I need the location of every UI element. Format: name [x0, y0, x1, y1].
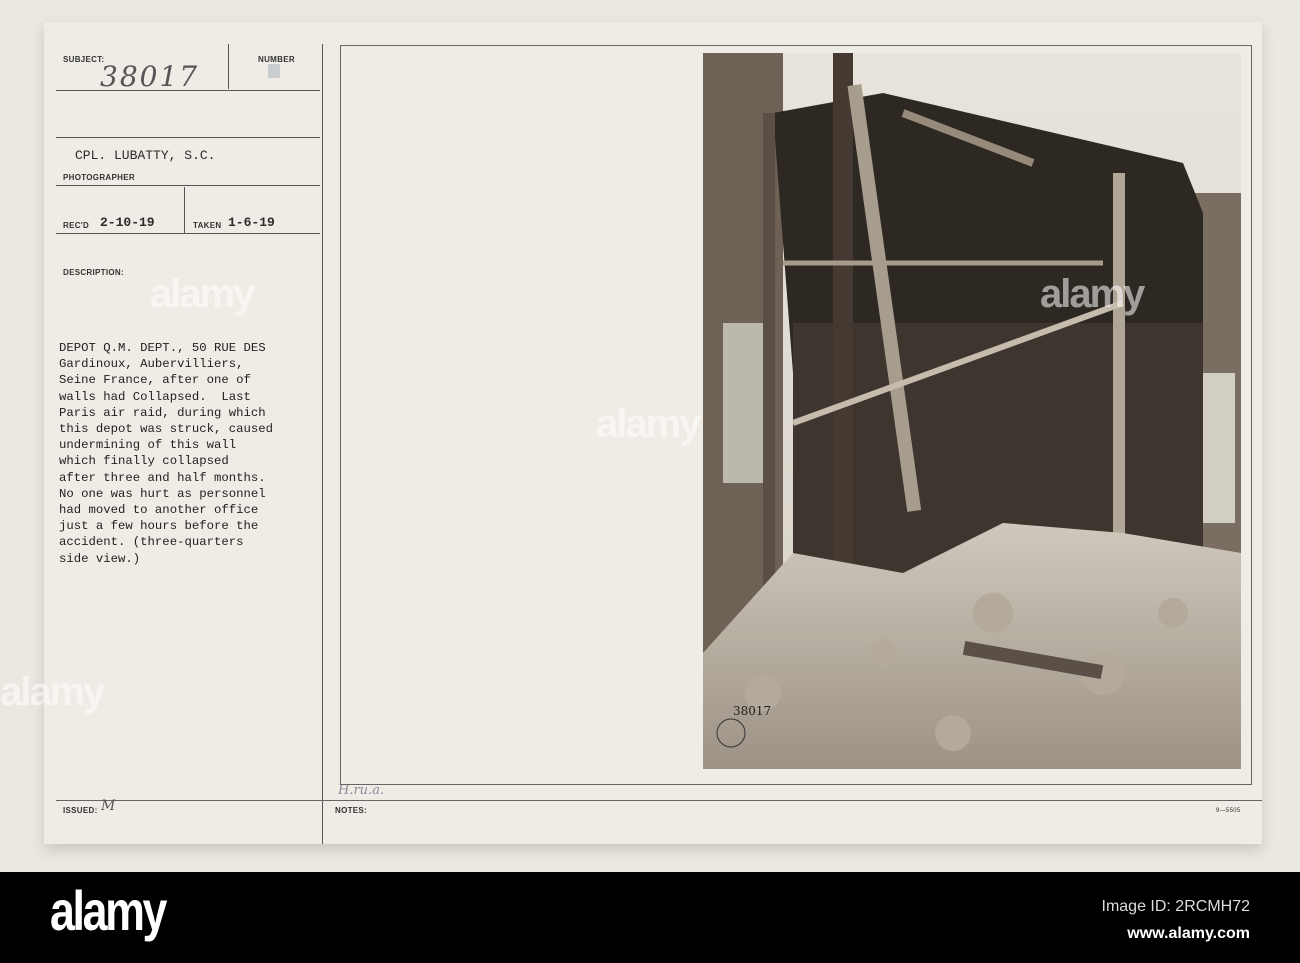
photo-number: 38017 — [733, 704, 771, 718]
issued-label: ISSUED: — [63, 806, 98, 815]
image-id: Image ID: 2RCMH72 — [1101, 898, 1251, 915]
form-number: 9—5505 — [1216, 808, 1241, 814]
divider — [56, 185, 320, 186]
photograph-collapsed-wall: 38017 — [703, 53, 1241, 769]
notes-label: NOTES: — [335, 806, 368, 815]
notes-handwritten: H.ru.a. — [338, 783, 385, 798]
subject-value: 38017 — [100, 60, 200, 93]
alamy-logo: alamy — [50, 879, 167, 942]
description-text: DEPOT Q.M. DEPT., 50 RUE DES Gardinoux, … — [59, 341, 274, 566]
number-stamp-icon — [268, 64, 280, 78]
description-label: DESCRIPTION: — [63, 268, 124, 277]
image-info: Image ID: 2RCMH72 www.alamy.com — [1102, 893, 1251, 947]
watermark: alamy — [0, 670, 105, 714]
watermark: alamy — [1040, 272, 1145, 316]
number-label: NUMBER — [258, 55, 295, 64]
taken-value: 1-6-19 — [228, 215, 275, 230]
site-url[interactable]: www.alamy.com — [1127, 925, 1250, 942]
divider — [56, 800, 1262, 801]
divider — [56, 137, 320, 138]
watermark: alamy — [150, 272, 255, 316]
recd-value: 2-10-19 — [100, 215, 155, 230]
subject-label: SUBJECT: — [63, 55, 105, 64]
photographer-label: PHOTOGRAPHER — [63, 173, 135, 182]
recd-label: REC'D — [63, 221, 90, 230]
photo-illustration: 38017 — [703, 53, 1241, 769]
divider — [322, 44, 323, 844]
taken-label: TAKEN — [193, 221, 222, 230]
watermark: alamy — [596, 402, 701, 446]
divider — [56, 233, 320, 234]
photographer-value: CPL. LUBATTY, S.C. — [75, 148, 216, 163]
divider — [228, 44, 229, 89]
issued-value: M — [101, 798, 116, 814]
divider — [184, 187, 185, 233]
